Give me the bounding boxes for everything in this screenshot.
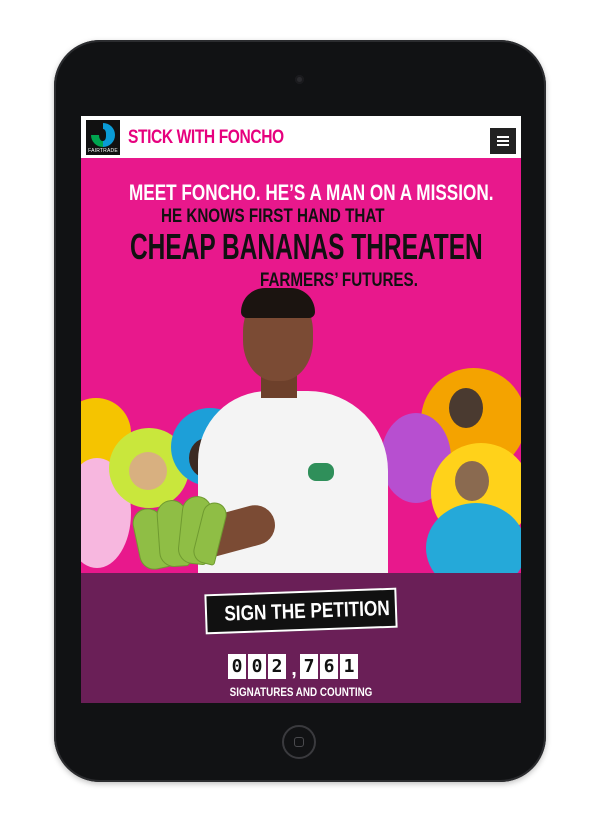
menu-icon-bar <box>497 140 509 142</box>
shirt-logo-icon <box>308 463 334 481</box>
counter-separator: , <box>291 658 297 680</box>
tablet-screen: FAIRTRADE STICK WITH FONCHO MEET FONCHO.… <box>81 116 521 703</box>
hair <box>241 288 315 318</box>
counter-digit: 7 <box>300 654 318 679</box>
fairtrade-logo[interactable]: FAIRTRADE <box>86 120 120 155</box>
fairtrade-mark-icon <box>91 123 115 147</box>
hero-section: MEET FONCHO. HE’S A MAN ON A MISSION. HE… <box>81 158 521 593</box>
site-title[interactable]: STICK WITH FONCHO <box>128 127 284 149</box>
counter-digit: 1 <box>340 654 358 679</box>
counter-digit: 6 <box>320 654 338 679</box>
camera-icon <box>295 75 304 84</box>
petition-section: SIGN THE PETITION 0 0 2 , 7 6 1 SIGNATUR… <box>81 573 521 703</box>
counter-digit: 0 <box>248 654 266 679</box>
site-header: FAIRTRADE STICK WITH FONCHO <box>81 116 521 158</box>
menu-icon-bar <box>497 136 509 138</box>
hamburger-menu-button[interactable] <box>490 128 516 154</box>
signature-counter: 0 0 2 , 7 6 1 <box>228 654 360 680</box>
home-button[interactable] <box>282 725 316 759</box>
counter-digit: 2 <box>268 654 286 679</box>
logo-text: FAIRTRADE <box>88 148 118 154</box>
menu-icon-bar <box>497 144 509 146</box>
counter-digit: 0 <box>228 654 246 679</box>
foncho-photo <box>81 158 521 576</box>
signatures-label: SIGNATURES AND COUNTING <box>229 685 373 699</box>
sign-petition-label: SIGN THE PETITION <box>223 596 391 626</box>
banana-bunch <box>129 478 230 573</box>
sign-petition-button[interactable]: SIGN THE PETITION <box>204 587 398 635</box>
